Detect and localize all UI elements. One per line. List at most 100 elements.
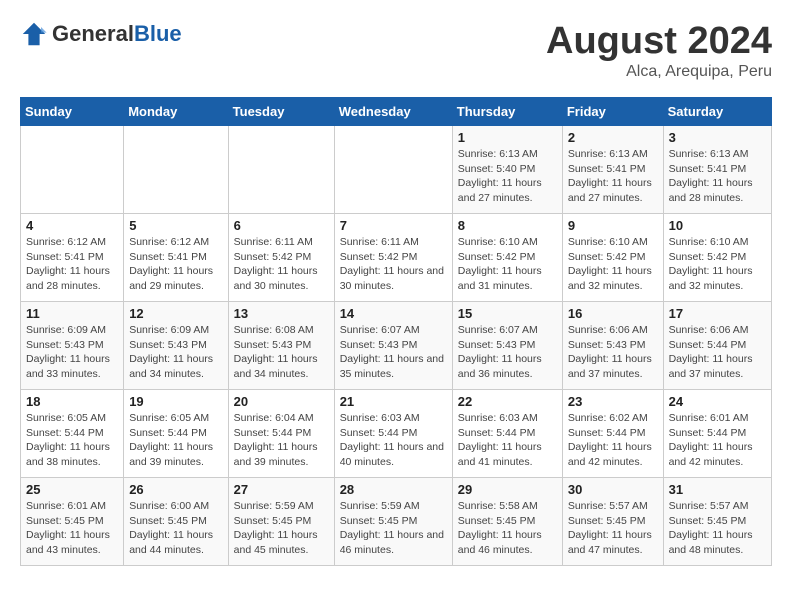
calendar-cell: 7 Sunrise: 6:11 AM Sunset: 5:42 PM Daylig… <box>334 214 452 302</box>
day-detail: Sunrise: 6:13 AM Sunset: 5:41 PM Dayligh… <box>669 147 766 206</box>
calendar-cell <box>228 126 334 214</box>
day-number: 20 <box>234 394 329 409</box>
day-detail: Sunrise: 6:02 AM Sunset: 5:44 PM Dayligh… <box>568 411 658 470</box>
calendar-cell: 21 Sunrise: 6:03 AM Sunset: 5:44 PM Dayli… <box>334 390 452 478</box>
day-header-wednesday: Wednesday <box>334 98 452 126</box>
calendar-table: SundayMondayTuesdayWednesdayThursdayFrid… <box>20 97 772 566</box>
day-detail: Sunrise: 5:57 AM Sunset: 5:45 PM Dayligh… <box>669 499 766 558</box>
day-number: 28 <box>340 482 447 497</box>
day-detail: Sunrise: 6:09 AM Sunset: 5:43 PM Dayligh… <box>129 323 222 382</box>
day-header-friday: Friday <box>562 98 663 126</box>
calendar-cell <box>124 126 228 214</box>
day-detail: Sunrise: 6:12 AM Sunset: 5:41 PM Dayligh… <box>26 235 118 294</box>
day-number: 23 <box>568 394 658 409</box>
calendar-cell: 31 Sunrise: 5:57 AM Sunset: 5:45 PM Dayli… <box>663 478 771 566</box>
day-number: 30 <box>568 482 658 497</box>
calendar-cell: 2Sunrise: 6:13 AM Sunset: 5:41 PM Daylig… <box>562 126 663 214</box>
day-detail: Sunrise: 6:01 AM Sunset: 5:44 PM Dayligh… <box>669 411 766 470</box>
calendar-cell: 22Sunrise: 6:03 AM Sunset: 5:44 PM Dayli… <box>452 390 562 478</box>
day-detail: Sunrise: 6:04 AM Sunset: 5:44 PM Dayligh… <box>234 411 329 470</box>
day-detail: Sunrise: 5:59 AM Sunset: 5:45 PM Dayligh… <box>234 499 329 558</box>
day-detail: Sunrise: 6:06 AM Sunset: 5:43 PM Dayligh… <box>568 323 658 382</box>
logo: General Blue <box>20 20 182 48</box>
day-number: 21 <box>340 394 447 409</box>
calendar-cell: 14 Sunrise: 6:07 AM Sunset: 5:43 PM Dayli… <box>334 302 452 390</box>
calendar-cell: 17 Sunrise: 6:06 AM Sunset: 5:44 PM Dayli… <box>663 302 771 390</box>
day-detail: Sunrise: 6:00 AM Sunset: 5:45 PM Dayligh… <box>129 499 222 558</box>
main-title: August 2024 <box>546 20 772 63</box>
calendar-cell: 24 Sunrise: 6:01 AM Sunset: 5:44 PM Dayli… <box>663 390 771 478</box>
day-detail: Sunrise: 6:13 AM Sunset: 5:40 PM Dayligh… <box>458 147 557 206</box>
calendar-cell: 16Sunrise: 6:06 AM Sunset: 5:43 PM Dayli… <box>562 302 663 390</box>
day-header-tuesday: Tuesday <box>228 98 334 126</box>
calendar-cell: 1 Sunrise: 6:13 AM Sunset: 5:40 PM Daylig… <box>452 126 562 214</box>
day-detail: Sunrise: 6:05 AM Sunset: 5:44 PM Dayligh… <box>129 411 222 470</box>
calendar-cell: 19 Sunrise: 6:05 AM Sunset: 5:44 PM Dayli… <box>124 390 228 478</box>
day-number: 19 <box>129 394 222 409</box>
header: General Blue August 2024 Alca, Arequipa,… <box>20 20 772 81</box>
calendar-cell: 29 Sunrise: 5:58 AM Sunset: 5:45 PM Dayli… <box>452 478 562 566</box>
day-number: 29 <box>458 482 557 497</box>
day-detail: Sunrise: 5:57 AM Sunset: 5:45 PM Dayligh… <box>568 499 658 558</box>
day-detail: Sunrise: 6:01 AM Sunset: 5:45 PM Dayligh… <box>26 499 118 558</box>
day-header-saturday: Saturday <box>663 98 771 126</box>
calendar-cell: 6 Sunrise: 6:11 AM Sunset: 5:42 PM Daylig… <box>228 214 334 302</box>
day-number: 13 <box>234 306 329 321</box>
calendar-cell: 3 Sunrise: 6:13 AM Sunset: 5:41 PM Daylig… <box>663 126 771 214</box>
calendar-week-row: 25 Sunrise: 6:01 AM Sunset: 5:45 PM Dayli… <box>21 478 772 566</box>
day-number: 2 <box>568 130 658 145</box>
day-detail: Sunrise: 6:10 AM Sunset: 5:42 PM Dayligh… <box>458 235 557 294</box>
day-number: 7 <box>340 218 447 233</box>
day-header-thursday: Thursday <box>452 98 562 126</box>
calendar-cell: 30 Sunrise: 5:57 AM Sunset: 5:45 PM Dayli… <box>562 478 663 566</box>
day-detail: Sunrise: 6:07 AM Sunset: 5:43 PM Dayligh… <box>340 323 447 382</box>
day-number: 17 <box>669 306 766 321</box>
day-number: 9 <box>568 218 658 233</box>
day-number: 5 <box>129 218 222 233</box>
day-detail: Sunrise: 6:10 AM Sunset: 5:42 PM Dayligh… <box>669 235 766 294</box>
day-number: 14 <box>340 306 447 321</box>
day-number: 24 <box>669 394 766 409</box>
calendar-cell: 20 Sunrise: 6:04 AM Sunset: 5:44 PM Dayli… <box>228 390 334 478</box>
day-detail: Sunrise: 6:11 AM Sunset: 5:42 PM Dayligh… <box>234 235 329 294</box>
day-number: 27 <box>234 482 329 497</box>
day-number: 10 <box>669 218 766 233</box>
day-number: 6 <box>234 218 329 233</box>
day-detail: Sunrise: 6:03 AM Sunset: 5:44 PM Dayligh… <box>340 411 447 470</box>
day-number: 25 <box>26 482 118 497</box>
day-number: 3 <box>669 130 766 145</box>
day-detail: Sunrise: 5:58 AM Sunset: 5:45 PM Dayligh… <box>458 499 557 558</box>
calendar-cell: 25 Sunrise: 6:01 AM Sunset: 5:45 PM Dayli… <box>21 478 124 566</box>
day-header-monday: Monday <box>124 98 228 126</box>
calendar-cell: 4Sunrise: 6:12 AM Sunset: 5:41 PM Daylig… <box>21 214 124 302</box>
calendar-cell: 11Sunrise: 6:09 AM Sunset: 5:43 PM Dayli… <box>21 302 124 390</box>
calendar-cell: 28Sunrise: 5:59 AM Sunset: 5:45 PM Dayli… <box>334 478 452 566</box>
calendar-cell: 8Sunrise: 6:10 AM Sunset: 5:42 PM Daylig… <box>452 214 562 302</box>
calendar-cell: 9 Sunrise: 6:10 AM Sunset: 5:42 PM Daylig… <box>562 214 663 302</box>
day-detail: Sunrise: 6:08 AM Sunset: 5:43 PM Dayligh… <box>234 323 329 382</box>
day-number: 12 <box>129 306 222 321</box>
day-detail: Sunrise: 6:11 AM Sunset: 5:42 PM Dayligh… <box>340 235 447 294</box>
day-header-sunday: Sunday <box>21 98 124 126</box>
calendar-cell: 23 Sunrise: 6:02 AM Sunset: 5:44 PM Dayli… <box>562 390 663 478</box>
day-number: 22 <box>458 394 557 409</box>
calendar-cell: 12 Sunrise: 6:09 AM Sunset: 5:43 PM Dayli… <box>124 302 228 390</box>
calendar-cell: 18Sunrise: 6:05 AM Sunset: 5:44 PM Dayli… <box>21 390 124 478</box>
day-number: 1 <box>458 130 557 145</box>
calendar-week-row: 18Sunrise: 6:05 AM Sunset: 5:44 PM Dayli… <box>21 390 772 478</box>
logo-general-text: General <box>52 21 134 47</box>
calendar-week-row: 11Sunrise: 6:09 AM Sunset: 5:43 PM Dayli… <box>21 302 772 390</box>
calendar-cell: 27 Sunrise: 5:59 AM Sunset: 5:45 PM Dayli… <box>228 478 334 566</box>
calendar-week-row: 4Sunrise: 6:12 AM Sunset: 5:41 PM Daylig… <box>21 214 772 302</box>
day-number: 31 <box>669 482 766 497</box>
day-detail: Sunrise: 6:10 AM Sunset: 5:42 PM Dayligh… <box>568 235 658 294</box>
day-detail: Sunrise: 6:06 AM Sunset: 5:44 PM Dayligh… <box>669 323 766 382</box>
calendar-cell: 26 Sunrise: 6:00 AM Sunset: 5:45 PM Dayli… <box>124 478 228 566</box>
logo-blue-text: Blue <box>134 21 182 47</box>
day-number: 26 <box>129 482 222 497</box>
day-detail: Sunrise: 6:09 AM Sunset: 5:43 PM Dayligh… <box>26 323 118 382</box>
calendar-cell: 13 Sunrise: 6:08 AM Sunset: 5:43 PM Dayli… <box>228 302 334 390</box>
calendar-cell: 5Sunrise: 6:12 AM Sunset: 5:41 PM Daylig… <box>124 214 228 302</box>
calendar-header-row: SundayMondayTuesdayWednesdayThursdayFrid… <box>21 98 772 126</box>
logo-icon <box>20 20 48 48</box>
